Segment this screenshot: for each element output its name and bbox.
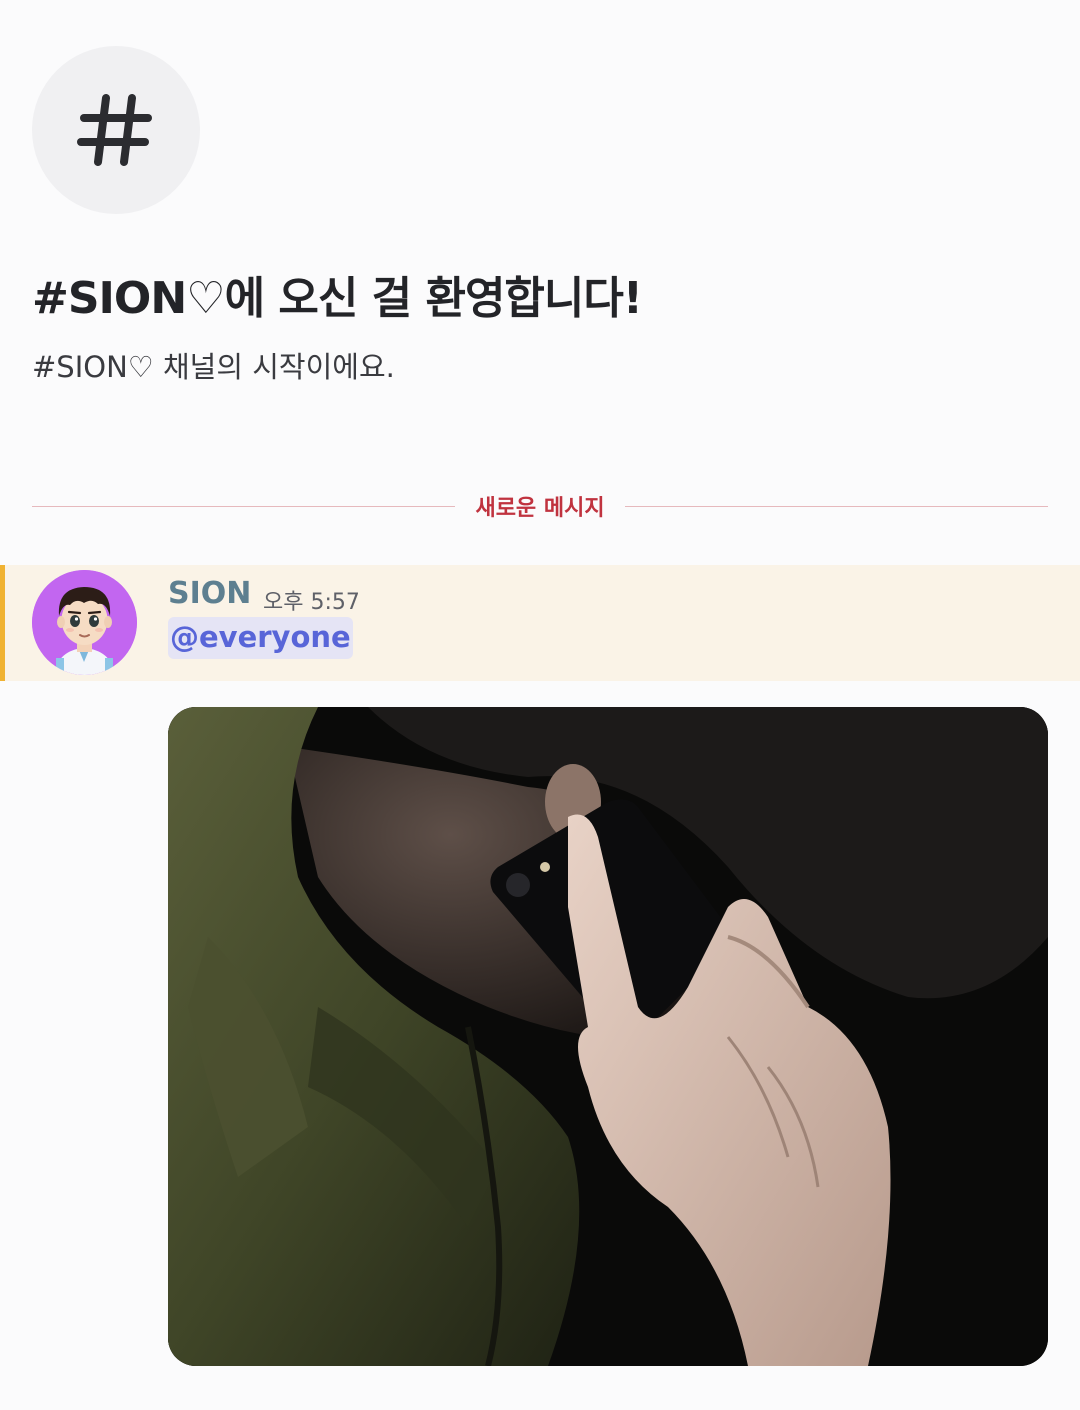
message-row[interactable]: SION 오후 5:57 @everyone xyxy=(0,565,1080,681)
mention-highlight-bar xyxy=(0,565,5,681)
user-avatar[interactable] xyxy=(32,570,137,675)
hash-icon xyxy=(77,94,152,166)
everyone-mention[interactable]: @everyone xyxy=(168,617,353,659)
channel-icon xyxy=(32,46,200,214)
image-attachment[interactable] xyxy=(168,707,1048,1366)
photo-attachment-icon xyxy=(168,707,1048,1366)
divider-line-left xyxy=(32,505,456,507)
welcome-subtitle: #SION♡ 채널의 시작이에요. xyxy=(32,350,395,384)
new-messages-label: 새로운 메시지 xyxy=(475,496,605,521)
welcome-title: #SION♡에 오신 걸 환영합니다! xyxy=(32,273,643,324)
message-author[interactable]: SION xyxy=(168,576,251,611)
new-messages-divider: 새로운 메시지 xyxy=(32,490,1049,522)
message-timestamp: 오후 5:57 xyxy=(263,590,360,615)
divider-line-right xyxy=(624,505,1049,507)
user-avatar-icon xyxy=(32,570,137,675)
